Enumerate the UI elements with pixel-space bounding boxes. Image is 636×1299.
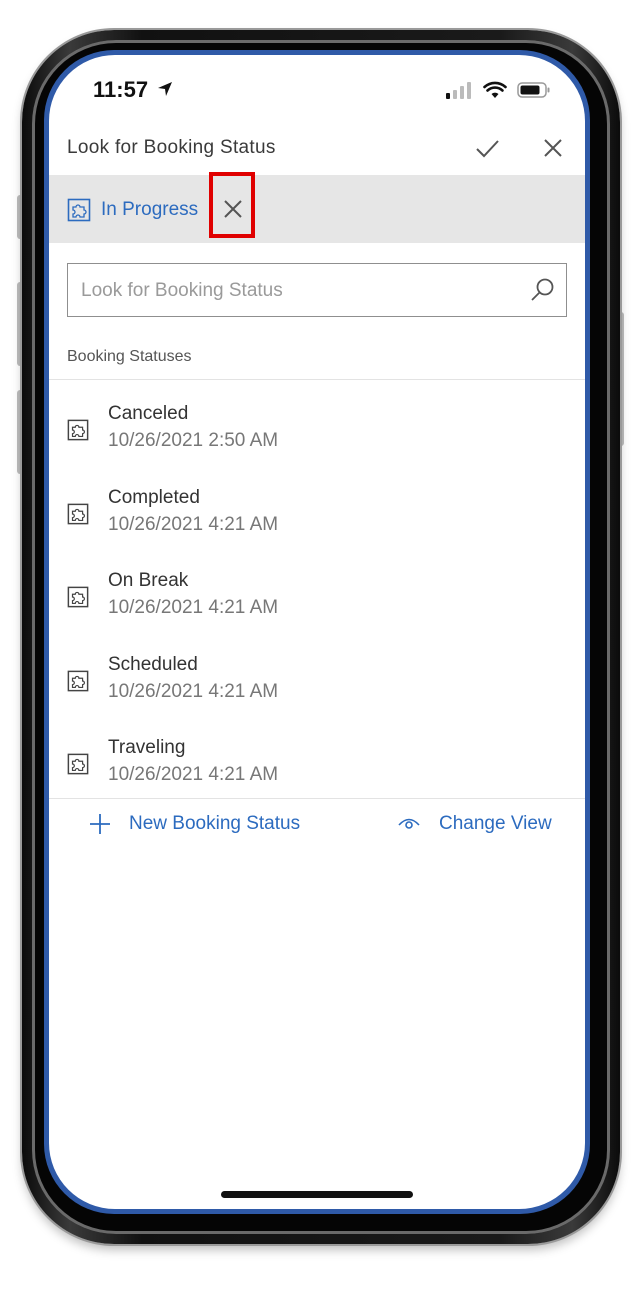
status-list: Canceled 10/26/2021 2:50 AM Completed 10… (49, 385, 585, 803)
item-name: Scheduled (108, 653, 198, 675)
item-date: 10/26/2021 4:21 AM (108, 764, 279, 786)
section-heading: Booking Statuses (67, 348, 192, 365)
plus-icon (90, 814, 110, 834)
selected-value-bar: In Progress (49, 172, 585, 243)
entity-icon (67, 198, 91, 222)
checkmark-icon[interactable] (472, 133, 502, 163)
search-input[interactable] (68, 264, 523, 318)
change-view-button[interactable]: Change View (397, 813, 552, 835)
list-item[interactable]: Completed 10/26/2021 4:21 AM (49, 469, 585, 553)
status-time: 11:57 (93, 77, 174, 103)
list-item[interactable]: Scheduled 10/26/2021 4:21 AM (49, 636, 585, 720)
item-date: 10/26/2021 4:21 AM (108, 680, 279, 702)
cellular-signal-icon (446, 82, 471, 99)
new-booking-status-button[interactable]: New Booking Status (89, 813, 300, 835)
close-icon[interactable] (538, 133, 568, 163)
list-item[interactable]: On Break 10/26/2021 4:21 AM (49, 552, 585, 636)
location-arrow-icon (158, 82, 173, 96)
item-name: Canceled (108, 403, 189, 424)
divider (49, 379, 585, 380)
item-date: 10/26/2021 4:21 AM (108, 513, 279, 535)
status-icons (445, 81, 551, 99)
list-item[interactable]: Canceled 10/26/2021 2:50 AM (49, 385, 585, 469)
home-indicator[interactable] (221, 1191, 413, 1198)
item-date: 10/26/2021 2:50 AM (108, 430, 279, 451)
phone-screen: 11:57 Look for Booking Status In Progres… (49, 55, 585, 1209)
entity-icon (67, 754, 89, 775)
list-actions: New Booking Status Change View (49, 799, 585, 859)
selected-chip[interactable]: In Progress (67, 193, 198, 227)
eye-icon (398, 818, 420, 829)
entity-icon (67, 586, 89, 608)
item-date: 10/26/2021 4:21 AM (108, 597, 279, 619)
search-box (67, 263, 567, 318)
new-booking-status-label: New Booking Status (129, 813, 301, 834)
entity-icon (67, 503, 89, 524)
item-name: Completed (108, 486, 200, 508)
battery-icon (517, 82, 550, 98)
search-icon[interactable] (528, 276, 556, 304)
entity-icon (67, 419, 89, 441)
list-item[interactable]: Traveling 10/26/2021 4:21 AM (49, 719, 585, 803)
change-view-label: Change View (439, 813, 552, 834)
selected-chip-label: In Progress (101, 199, 199, 220)
entity-icon (67, 670, 89, 692)
highlight-annotation (209, 172, 255, 238)
wifi-icon (483, 81, 507, 98)
item-name: Traveling (108, 737, 186, 759)
item-name: On Break (108, 570, 189, 592)
page-title: Look for Booking Status (67, 137, 276, 158)
